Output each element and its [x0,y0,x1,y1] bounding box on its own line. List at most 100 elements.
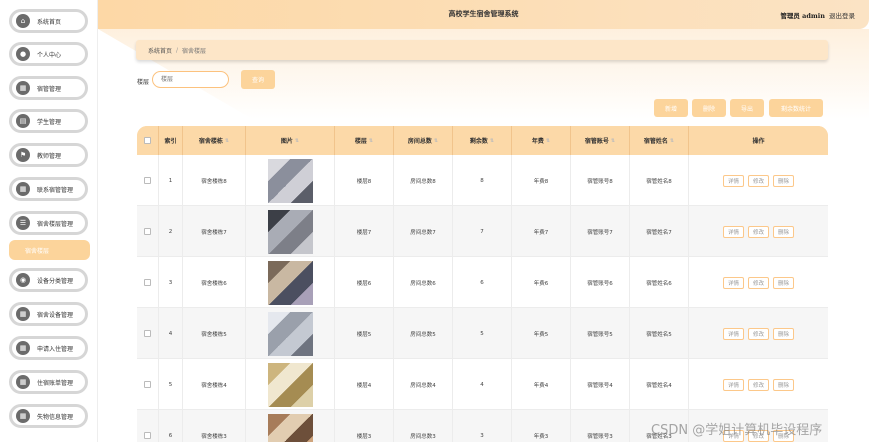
detail-button[interactable]: 详情 [722,225,744,238]
edit-button[interactable]: 修改 [747,327,769,340]
breadcrumb-home[interactable]: 系统首页 [148,46,172,55]
detail-button[interactable]: 详情 [722,327,744,340]
row-checkbox[interactable] [144,432,151,439]
row-checkbox[interactable] [144,279,151,286]
cell-ops: 详情 修改 删除 [689,206,828,257]
breadcrumb: 系统首页 / 宿舍楼层 [136,40,828,60]
cell-index: 5 [159,359,183,410]
col-name[interactable]: 宿管姓名 ⇅ [630,126,689,155]
sidebar-item-bills[interactable]: ▦ 住宿账单管理 [9,370,88,394]
delete-button[interactable]: 删除 [773,225,795,238]
cell-remaining: 6 [453,257,512,308]
cell-building: 宿舍楼栋4 [183,359,246,410]
cell-rooms: 房间总数7 [394,206,453,257]
export-button[interactable]: 导出 [730,99,764,117]
row-checkbox[interactable] [144,330,151,337]
sort-icon[interactable]: ⇅ [225,138,229,144]
dorm-photo[interactable] [267,158,313,203]
edit-button[interactable]: 修改 [747,225,769,238]
sort-icon[interactable]: ⇅ [611,138,615,144]
dorm-photo[interactable] [267,362,313,407]
delete-button[interactable]: 删除 [773,276,795,289]
sort-icon[interactable]: ⇅ [670,138,674,144]
add-button[interactable]: 新增 [654,99,688,117]
cell-index: 3 [159,257,183,308]
edit-button[interactable]: 修改 [747,174,769,187]
edit-button[interactable]: 修改 [747,378,769,391]
detail-button[interactable]: 详情 [722,378,744,391]
delete-button[interactable]: 删除 [773,378,795,391]
sidebar-item-apply[interactable]: ▦ 申请入住管理 [9,336,88,360]
edit-button[interactable]: 修改 [747,276,769,289]
sidebar-item-students[interactable]: ▤ 学生管理 [9,109,88,133]
breadcrumb-current: 宿舍楼层 [182,47,207,55]
table-row[interactable]: 1 宿舍楼栋8 楼层8 房间总数8 8 年费8 宿管账号8 宿管姓名8 详情 修改 删除 [137,155,828,206]
sidebar-item-home[interactable]: ⌂ 系统首页 [9,9,88,33]
sidebar-subitem-floor[interactable]: 宿舍楼层 [9,240,90,260]
sidebar-item-contact[interactable]: ▦ 联系宿管管理 [9,177,88,201]
floor-search-input[interactable] [152,71,229,88]
select-all-cell [137,126,159,155]
col-building[interactable]: 宿舍楼栋 ⇅ [183,126,246,155]
dorm-photo[interactable] [267,260,313,305]
row-checkbox[interactable] [144,177,151,184]
cell-rooms: 房间总数4 [394,359,453,410]
col-remaining[interactable]: 剩余数 ⇅ [453,126,512,155]
sidebar-item-device-category[interactable]: ◉ 设备分类管理 [9,268,88,292]
sidebar-item-dorm-manager[interactable]: ▦ 宿管管理 [9,76,88,100]
detail-button[interactable]: 详情 [722,174,744,187]
cell-index: 4 [159,308,183,359]
delete-button[interactable]: 删除 [773,327,795,340]
sidebar-item-lost[interactable]: ▦ 失物信息管理 [9,404,88,428]
cell-name: 宿管姓名6 [630,257,689,308]
sidebar-item-profile[interactable]: ● 个人中心 [9,42,88,66]
col-floor[interactable]: 楼层 ⇅ [335,126,394,155]
row-select-cell [137,410,159,442]
sort-icon[interactable]: ⇅ [295,138,299,144]
row-select-cell [137,308,159,359]
cell-account: 宿管账号7 [571,206,630,257]
dorm-photo[interactable] [267,311,313,356]
select-all-checkbox[interactable] [144,137,151,144]
cell-building: 宿舍楼栋3 [183,410,246,442]
sort-icon[interactable]: ⇅ [434,138,438,144]
flag-icon: ⚑ [16,148,30,162]
table-row[interactable]: 2 宿舍楼栋7 楼层7 房间总数7 7 年费7 宿管账号7 宿管姓名7 详情 修改 删除 [137,206,828,257]
home-icon: ⌂ [16,14,30,28]
sidebar-item-devices[interactable]: ▦ 宿舍设备管理 [9,302,88,326]
batch-delete-button[interactable]: 删除 [692,99,726,117]
table-row[interactable]: 4 宿舍楼栋5 楼层5 房间总数5 5 年费5 宿管账号5 宿管姓名5 详情 修改 删除 [137,308,828,359]
list-icon: ☰ [16,216,30,230]
cell-image [246,257,335,308]
grid-icon: ▦ [16,81,30,95]
stats-button[interactable]: 剩余数统计 [769,99,823,117]
row-checkbox[interactable] [144,381,151,388]
table-row[interactable]: 5 宿舍楼栋4 楼层4 房间总数4 4 年费4 宿管账号4 宿管姓名4 详情 修改 删除 [137,359,828,410]
sidebar-item-teachers[interactable]: ⚑ 教师管理 [9,143,88,167]
cell-floor: 楼层5 [335,308,394,359]
sidebar-item-label: 设备分类管理 [37,277,74,285]
data-table: 索引 宿舍楼栋 ⇅ 图片 ⇅ 楼层 ⇅ 房间总数 ⇅ 剩余数 ⇅ 年费 ⇅ 宿管账号 ⇅ 宿管… [137,126,828,442]
cell-year: 年费8 [512,155,571,206]
dorm-photo[interactable] [267,413,313,442]
table-row[interactable]: 3 宿舍楼栋6 楼层6 房间总数6 6 年费6 宿管账号6 宿管姓名6 详情 修改 删除 [137,257,828,308]
sort-icon[interactable]: ⇅ [369,138,373,144]
detail-button[interactable]: 详情 [722,276,744,289]
cell-image [246,308,335,359]
logout-link[interactable]: 退出登录 [829,10,855,20]
col-image[interactable]: 图片 ⇅ [246,126,335,155]
user-icon: ● [16,47,30,61]
cell-remaining: 8 [453,155,512,206]
dorm-photo[interactable] [267,209,313,254]
col-rooms[interactable]: 房间总数 ⇅ [394,126,453,155]
sort-icon[interactable]: ⇅ [546,138,550,144]
sort-icon[interactable]: ⇅ [490,138,494,144]
row-checkbox[interactable] [144,228,151,235]
col-year[interactable]: 年费 ⇅ [512,126,571,155]
search-button[interactable]: 查询 [241,70,275,89]
app-title: 高校学生宿舍管理系统 [448,9,519,18]
sidebar-item-label: 宿舍楼层管理 [37,220,74,228]
col-account[interactable]: 宿管账号 ⇅ [571,126,630,155]
delete-button[interactable]: 删除 [773,174,795,187]
sidebar-item-floors[interactable]: ☰ 宿舍楼层管理 [9,211,88,235]
